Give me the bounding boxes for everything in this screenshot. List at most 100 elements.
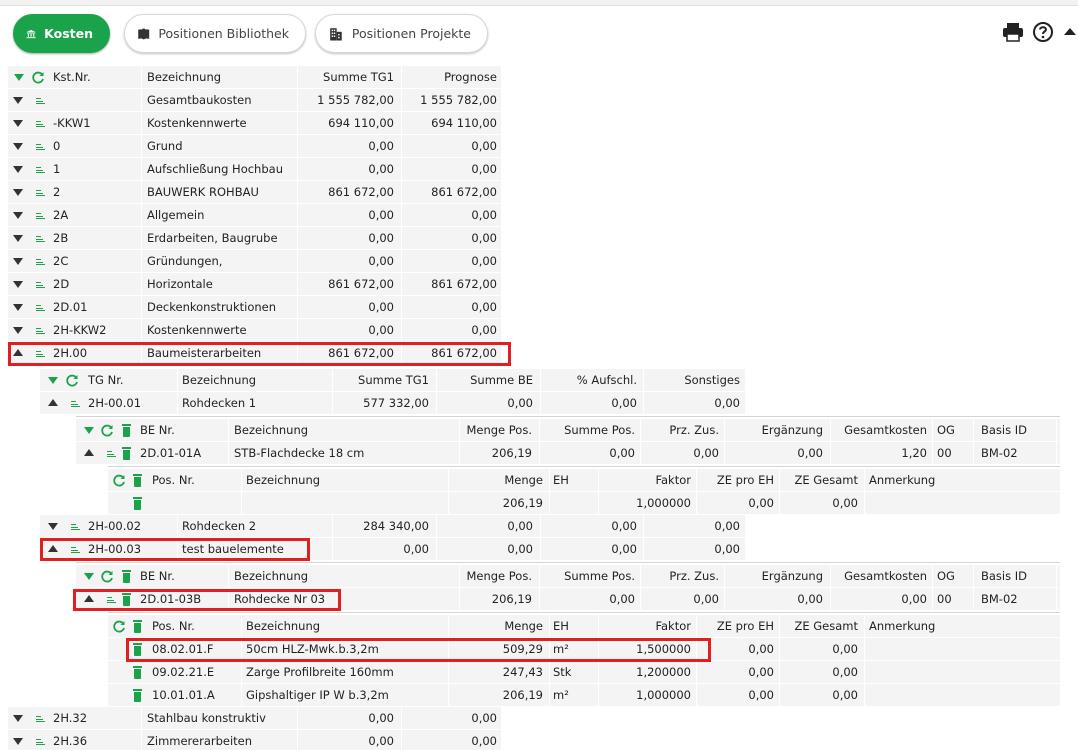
summe-pos-header: Summe Pos.	[564, 423, 635, 437]
prognose-header: Prognose	[444, 70, 497, 84]
collapse-toggle-icon[interactable]	[84, 595, 94, 602]
trash-icon[interactable]	[122, 593, 131, 606]
tg-row[interactable]: 2H-00.03 test bauelemente 0,00 0,00 0,00 0,00	[40, 538, 745, 561]
menu-lines-icon[interactable]	[36, 167, 45, 173]
kst-row[interactable]: -KKW1 Kostenkennwerte 694 110,00 694 110,00	[8, 112, 501, 135]
trash-icon[interactable]	[133, 643, 142, 656]
pos-row[interactable]: 206,19 1,000000 0,00 0,00	[108, 492, 1060, 515]
pos-row[interactable]: 09.02.21.E Zarge Profilbreite 160mm 247,43…	[108, 661, 1060, 684]
tg-row[interactable]: 2H-00.02 Rohdecken 2 284 340,00 0,00 0,00 0,0…	[40, 515, 745, 538]
positionen-bibliothek-button[interactable]: Positionen Bibliothek	[124, 14, 306, 53]
pos-row[interactable]: 08.02.01.F 50cm HLZ-Mwk.b.3,2m 509,29 m² 1,5…	[108, 638, 1060, 661]
refresh-icon[interactable]	[32, 71, 45, 84]
kosten-button[interactable]: Kosten	[13, 14, 110, 53]
kst-nr: 2H-KKW2	[53, 323, 107, 337]
menge-pos: 206,19	[491, 446, 532, 460]
expand-toggle-icon[interactable]	[13, 715, 23, 722]
menu-lines-icon[interactable]	[36, 305, 45, 311]
ze-gesamt: 0,00	[832, 665, 858, 679]
expand-toggle-icon[interactable]	[13, 738, 23, 745]
pos-row[interactable]: 10.01.01.A Gipshaltiger IP W b.3,2m 206,19…	[108, 684, 1060, 707]
kst-row[interactable]: 2D Horizontale 861 672,00 861 672,00	[8, 273, 501, 296]
collapse-toggle-icon[interactable]	[13, 349, 23, 356]
summe-tg1: 577 332,00	[363, 396, 429, 410]
collapse-arrow-icon[interactable]	[1064, 28, 1076, 35]
tg-row[interactable]: 2H-00.01 Rohdecken 1 577 332,00 0,00 0,00 0,0…	[40, 392, 745, 415]
trash-icon[interactable]	[122, 570, 131, 583]
refresh-icon[interactable]	[113, 474, 126, 487]
be-row[interactable]: 2D.01-01A STB-Flachdecke 18 cm 206,19 0,00 0…	[76, 442, 1060, 465]
be-row[interactable]: 2D.01-03B Rohdecke Nr 03 206,19 0,00 0,00 0,0…	[76, 588, 1060, 611]
collapse-toggle-icon[interactable]	[48, 545, 58, 552]
expand-toggle-icon[interactable]	[13, 327, 23, 334]
trash-icon[interactable]	[133, 689, 142, 702]
kst-row[interactable]: Gesamtbaukosten 1 555 782,00 1 555 782,00	[8, 89, 501, 112]
menu-lines-icon[interactable]	[36, 351, 45, 357]
print-icon[interactable]	[1002, 22, 1024, 42]
expand-toggle-icon[interactable]	[13, 189, 23, 196]
refresh-icon[interactable]	[66, 374, 79, 387]
summe-tg1: 284 340,00	[363, 519, 429, 533]
expand-toggle-icon[interactable]	[13, 235, 23, 242]
expand-toggle-icon[interactable]	[13, 258, 23, 265]
menu-lines-icon[interactable]	[36, 259, 45, 265]
menu-lines-icon[interactable]	[107, 597, 116, 603]
trash-icon[interactable]	[133, 474, 142, 487]
expand-toggle-icon[interactable]	[13, 143, 23, 150]
menu-lines-icon[interactable]	[71, 547, 80, 553]
expand-toggle-icon[interactable]	[13, 212, 23, 219]
menu-lines-icon[interactable]	[36, 190, 45, 196]
kst-row[interactable]: 2H.32 Stahlbau konstruktiv 0,00 0,00	[8, 707, 501, 730]
menu-lines-icon[interactable]	[36, 716, 45, 722]
trash-icon[interactable]	[122, 447, 131, 460]
expand-toggle-icon[interactable]	[48, 523, 58, 530]
expand-toggle-icon[interactable]	[13, 166, 23, 173]
be-header-row: BE Nr. Bezeichnung Menge Pos. Summe Pos. Prz…	[76, 419, 1060, 442]
menu-lines-icon[interactable]	[107, 451, 116, 457]
kst-row[interactable]: 2H-KKW2 Kostenkennwerte 0,00 0,00	[8, 319, 501, 342]
expand-all-icon[interactable]	[84, 573, 94, 580]
kst-row[interactable]: 2B Erdarbeiten, Baugrube 0,00 0,00	[8, 227, 501, 250]
expand-toggle-icon[interactable]	[13, 120, 23, 127]
refresh-icon[interactable]	[101, 424, 114, 437]
help-icon[interactable]	[1032, 21, 1054, 43]
kst-row[interactable]: 0 Grund 0,00 0,00	[8, 135, 501, 158]
menu-lines-icon[interactable]	[36, 282, 45, 288]
refresh-icon[interactable]	[101, 570, 114, 583]
trash-icon[interactable]	[133, 620, 142, 633]
kst-row[interactable]: 2D.01 Deckenkonstruktionen 0,00 0,00	[8, 296, 501, 319]
kst-row[interactable]: 2 BAUWERK ROHBAU 861 672,00 861 672,00	[8, 181, 501, 204]
menu-lines-icon[interactable]	[36, 121, 45, 127]
trash-icon[interactable]	[122, 424, 131, 437]
trash-icon[interactable]	[133, 497, 142, 510]
menu-lines-icon[interactable]	[36, 144, 45, 150]
menu-lines-icon[interactable]	[36, 328, 45, 334]
collapse-toggle-icon[interactable]	[84, 449, 94, 456]
menu-lines-icon[interactable]	[36, 98, 45, 104]
refresh-icon[interactable]	[113, 620, 126, 633]
ze-pro-eh: 0,00	[748, 642, 774, 656]
positionen-projekte-button[interactable]: Positionen Projekte	[315, 14, 488, 53]
expand-toggle-icon[interactable]	[13, 304, 23, 311]
expand-toggle-icon[interactable]	[13, 97, 23, 104]
menu-lines-icon[interactable]	[71, 401, 80, 407]
menu-lines-icon[interactable]	[36, 213, 45, 219]
bezeichnung: Aufschließung Hochbau	[147, 162, 283, 176]
kst-row[interactable]: 2H.00 Baumeisterarbeiten 861 672,00 861 672…	[8, 342, 501, 365]
expand-all-icon[interactable]	[84, 427, 94, 434]
kst-row[interactable]: 1 Aufschließung Hochbau 0,00 0,00	[8, 158, 501, 181]
trash-icon[interactable]	[133, 666, 142, 679]
kst-row[interactable]: 2C Gründungen, 0,00 0,00	[8, 250, 501, 273]
menu-lines-icon[interactable]	[36, 236, 45, 242]
expand-all-icon[interactable]	[48, 377, 58, 384]
menge-pos-header: Menge Pos.	[466, 569, 532, 583]
kst-row[interactable]: 2A Allgemein 0,00 0,00	[8, 204, 501, 227]
expand-all-icon[interactable]	[14, 74, 24, 81]
bezeichnung: Gipshaltiger IP W b.3,2m	[246, 688, 389, 702]
pos-nr-header: Pos. Nr.	[152, 473, 195, 487]
kst-row[interactable]: 2H.36 Zimmererarbeiten 0,00 0,00	[8, 730, 501, 750]
expand-toggle-icon[interactable]	[13, 281, 23, 288]
collapse-toggle-icon[interactable]	[48, 399, 58, 406]
menu-lines-icon[interactable]	[36, 739, 45, 745]
menu-lines-icon[interactable]	[71, 524, 80, 530]
